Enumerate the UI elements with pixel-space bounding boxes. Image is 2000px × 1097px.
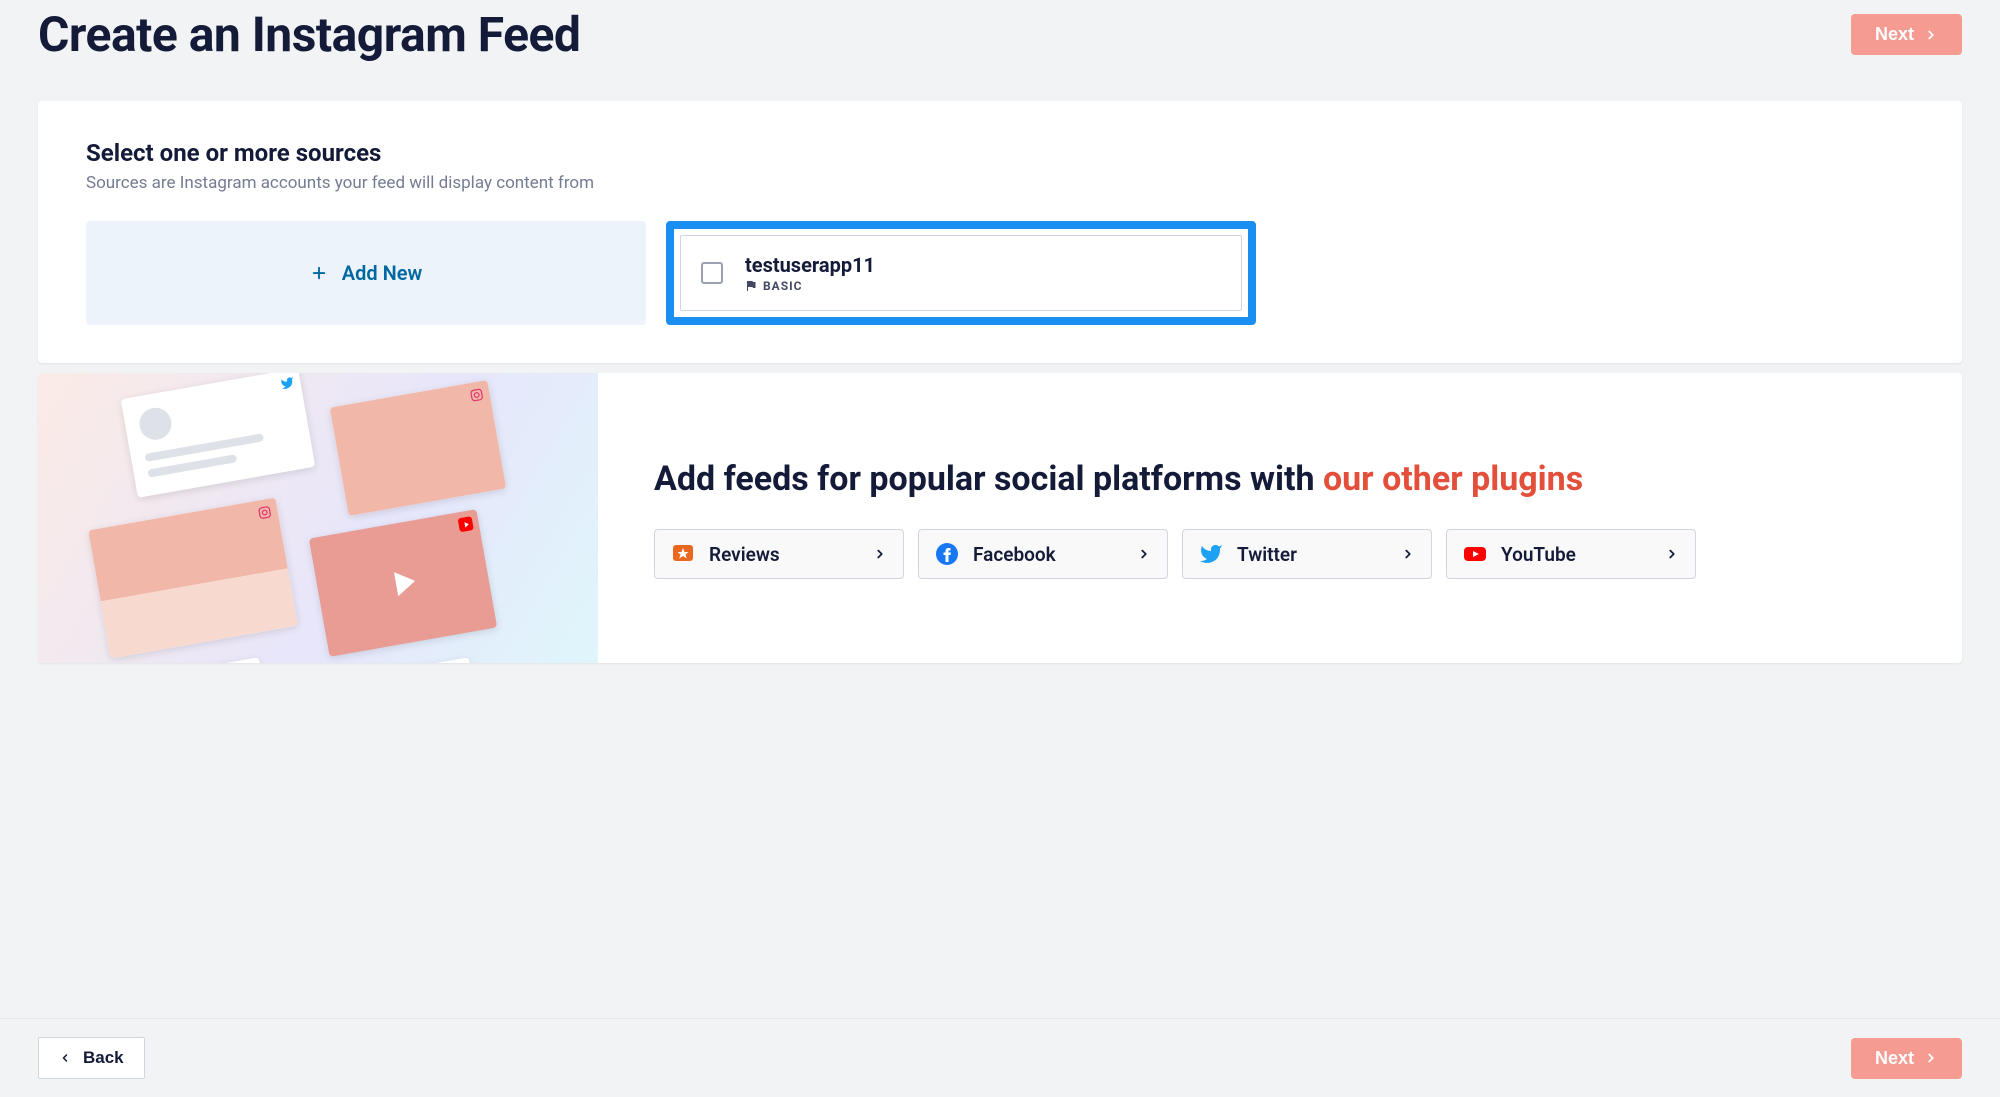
promo-card: Add feeds for popular social platforms w… — [38, 373, 1962, 663]
page-title: Create an Instagram Feed — [38, 6, 580, 63]
chevron-right-icon — [1401, 547, 1415, 561]
source-item[interactable]: testuserapp11 BASIC — [680, 235, 1242, 311]
plugin-facebook-label: Facebook — [973, 543, 1056, 566]
plugin-reviews-label: Reviews — [709, 543, 780, 566]
back-button-label: Back — [83, 1048, 124, 1068]
plugin-youtube-label: YouTube — [1501, 543, 1576, 566]
plugin-reviews-button[interactable]: Reviews — [654, 529, 904, 579]
plugin-facebook-button[interactable]: Facebook — [918, 529, 1168, 579]
source-name: testuserapp11 — [745, 253, 875, 277]
promo-title: Add feeds for popular social platforms w… — [654, 457, 1906, 501]
facebook-icon — [935, 542, 959, 566]
source-tier: BASIC — [763, 279, 802, 293]
add-new-label: Add New — [342, 261, 423, 285]
plugin-twitter-button[interactable]: Twitter — [1182, 529, 1432, 579]
twitter-icon — [1199, 542, 1223, 566]
chevron-left-icon — [59, 1052, 71, 1064]
promo-illustration — [38, 373, 598, 663]
chevron-right-icon — [1924, 28, 1938, 42]
sources-subtitle: Sources are Instagram accounts your feed… — [86, 173, 1914, 193]
sources-card: Select one or more sources Sources are I… — [38, 101, 1962, 363]
source-checkbox[interactable] — [701, 262, 723, 284]
next-button-bottom[interactable]: Next — [1851, 1038, 1962, 1079]
reviews-icon — [671, 542, 695, 566]
next-button-top[interactable]: Next — [1851, 14, 1962, 55]
sources-title: Select one or more sources — [86, 139, 1914, 167]
chevron-right-icon — [1924, 1051, 1938, 1065]
footer-bar: Back Next — [0, 1018, 2000, 1097]
next-button-top-label: Next — [1875, 24, 1914, 45]
back-button[interactable]: Back — [38, 1037, 145, 1079]
chevron-right-icon — [1665, 547, 1679, 561]
plus-icon — [310, 264, 328, 282]
next-button-bottom-label: Next — [1875, 1048, 1914, 1069]
flag-icon — [745, 280, 757, 292]
plugin-twitter-label: Twitter — [1237, 543, 1297, 566]
plugin-youtube-button[interactable]: YouTube — [1446, 529, 1696, 579]
chevron-right-icon — [873, 547, 887, 561]
chevron-right-icon — [1137, 547, 1151, 561]
source-highlight: testuserapp11 BASIC — [666, 221, 1256, 325]
add-new-source-button[interactable]: Add New — [86, 221, 646, 325]
youtube-icon — [1463, 542, 1487, 566]
